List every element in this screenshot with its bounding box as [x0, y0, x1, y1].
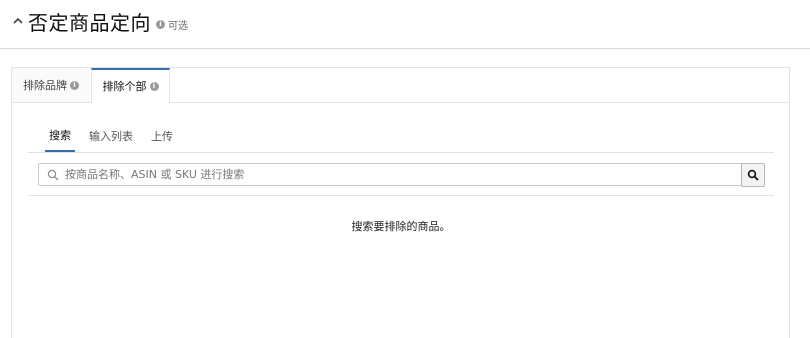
optional-indicator: i 可选 [156, 17, 188, 32]
tab-strip: 排除品牌 i 排除个部 i [12, 68, 789, 104]
tab-label: 排除品牌 [23, 79, 67, 92]
search-input[interactable] [65, 168, 759, 181]
page-title: 否定商品定向 [28, 10, 151, 35]
search-button[interactable] [741, 163, 765, 187]
info-icon[interactable]: i [70, 80, 79, 90]
tab-exclude-brands[interactable]: 排除品牌 i [12, 68, 90, 102]
search-icon [47, 169, 59, 180]
optional-label: 可选 [168, 20, 188, 32]
section-header: 否定商品定向 i 可选 [10, 6, 188, 36]
subtab-bar: 搜索 输入列表 上传 [28, 120, 774, 153]
empty-results-message: 搜索要排除的商品。 [351, 220, 451, 233]
tab-exclude-individual[interactable]: 排除个部 i [91, 68, 170, 104]
search-icon [747, 169, 759, 181]
subtab-upload[interactable]: 上传 [147, 120, 177, 152]
search-field [38, 163, 760, 186]
collapse-chevron-icon[interactable] [10, 11, 26, 31]
info-icon[interactable]: i [149, 81, 159, 91]
subtab-search[interactable]: 搜索 [45, 120, 75, 152]
subtab-enter-list[interactable]: 输入列表 [85, 120, 137, 152]
info-icon[interactable]: i [156, 19, 165, 29]
negative-targeting-panel: 排除品牌 i 排除个部 i 搜索 输入列表 上传 搜索要排除的商品。 [11, 67, 790, 338]
header-divider [0, 48, 810, 49]
tab-label: 排除个部 [102, 80, 147, 93]
results-divider [28, 195, 774, 196]
